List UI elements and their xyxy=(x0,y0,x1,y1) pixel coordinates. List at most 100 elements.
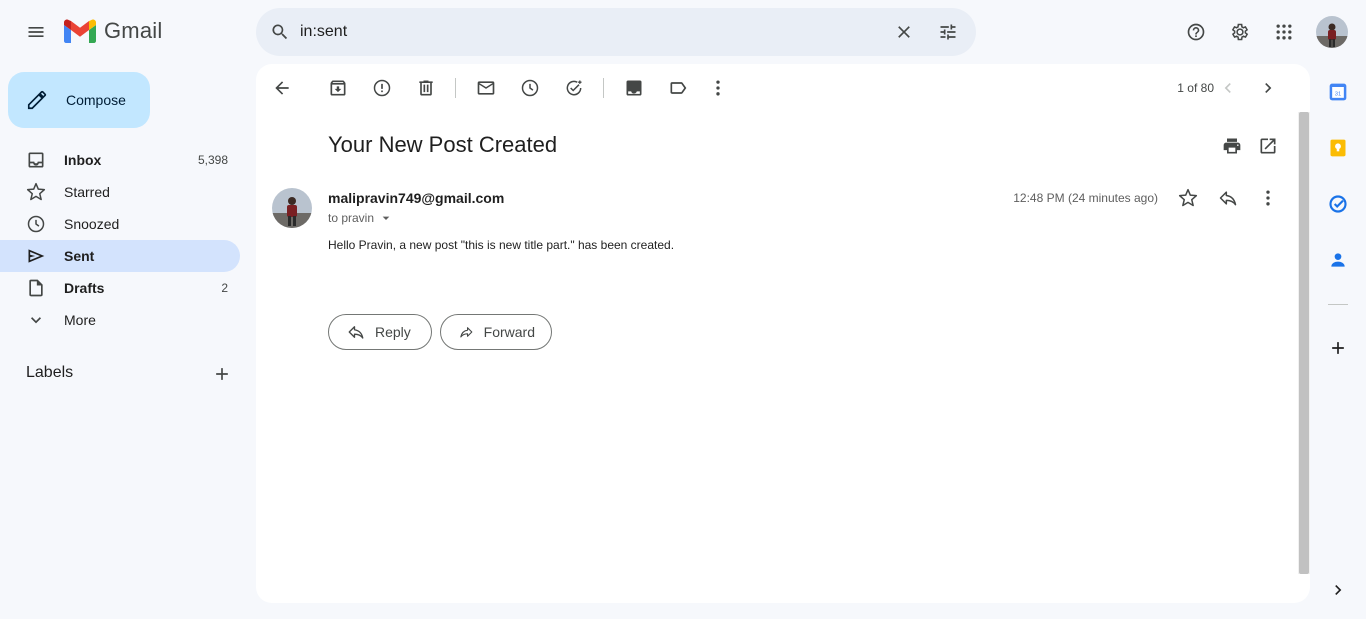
show-side-panel-button[interactable] xyxy=(1322,574,1354,606)
sidebar-item-label: Sent xyxy=(64,248,95,264)
search-options-button[interactable] xyxy=(928,12,968,52)
sidebar-item-label: Drafts xyxy=(64,280,105,296)
sidebar-item-drafts[interactable]: Drafts 2 xyxy=(0,272,240,304)
gmail-logo-icon xyxy=(64,19,96,43)
contacts-icon xyxy=(1331,253,1345,267)
plus-icon xyxy=(216,368,228,380)
older-button[interactable] xyxy=(1248,68,1288,108)
star-icon xyxy=(1178,188,1198,207)
print-icon xyxy=(1223,138,1241,154)
clock-icon xyxy=(27,215,45,233)
sidebar-item-label: Snoozed xyxy=(64,216,120,232)
tasks-icon xyxy=(1329,195,1347,213)
inbox-icon xyxy=(28,152,44,168)
menu-icon xyxy=(28,27,44,37)
tune-icon xyxy=(940,24,956,40)
draft-count: 2 xyxy=(221,281,228,295)
mark-unread-button[interactable] xyxy=(466,68,506,108)
chevron-right-icon xyxy=(1335,585,1342,595)
report-spam-button[interactable] xyxy=(362,68,402,108)
rail-divider xyxy=(1328,304,1348,305)
get-add-ons-button[interactable] xyxy=(1322,332,1354,364)
app-name: Gmail xyxy=(104,18,163,43)
reply-button[interactable]: Reply xyxy=(328,314,432,350)
search-button[interactable] xyxy=(260,12,300,52)
label-button[interactable] xyxy=(658,68,698,108)
sidebar-item-label: Inbox xyxy=(64,152,102,168)
close-icon xyxy=(898,26,910,38)
avatar-photo xyxy=(1316,16,1348,48)
keep-app-button[interactable] xyxy=(1322,132,1354,164)
google-apps-button[interactable] xyxy=(1264,12,1304,52)
star-icon xyxy=(26,182,46,201)
chevron-left-icon xyxy=(1224,83,1231,93)
labels-heading: Labels xyxy=(26,364,74,381)
email-subject: Your New Post Created xyxy=(328,132,558,157)
archive-button[interactable] xyxy=(318,68,358,108)
search-icon xyxy=(272,24,288,40)
tasks-app-button[interactable] xyxy=(1322,188,1354,220)
help-icon xyxy=(1187,23,1205,41)
reply-icon-button[interactable] xyxy=(1208,178,1248,218)
help-button[interactable] xyxy=(1176,12,1216,52)
chevron-down-icon xyxy=(31,317,41,324)
sidebar-item-sent[interactable]: Sent xyxy=(0,240,240,272)
move-to-icon xyxy=(626,80,642,96)
mark-unread-icon xyxy=(477,81,495,95)
clear-search-button[interactable] xyxy=(884,12,924,52)
settings-button[interactable] xyxy=(1220,12,1260,52)
sidebar-item-snoozed[interactable]: Snoozed xyxy=(0,208,240,240)
forward-button[interactable]: Forward xyxy=(440,314,552,350)
recipient-label: to pravin xyxy=(328,211,375,225)
message-more-button[interactable] xyxy=(1248,178,1288,218)
more-vert-icon xyxy=(1266,190,1270,206)
send-icon xyxy=(28,249,45,263)
scrollbar-thumb[interactable] xyxy=(1299,112,1309,574)
sidebar-item-inbox[interactable]: Inbox 5,398 xyxy=(0,144,240,176)
sender-address[interactable]: malipravin749@gmail.com xyxy=(328,190,504,206)
star-message-button[interactable] xyxy=(1168,178,1208,218)
email-timestamp: 12:48 PM (24 minutes ago) xyxy=(1013,191,1158,205)
sender-avatar[interactable] xyxy=(272,188,312,228)
back-arrow-icon xyxy=(275,81,289,95)
keep-icon xyxy=(1330,139,1346,157)
search-input[interactable] xyxy=(300,20,860,44)
toolbar-divider xyxy=(455,78,456,98)
pencil-icon xyxy=(27,90,47,110)
archive-icon xyxy=(330,80,346,96)
unread-count: 5,398 xyxy=(197,153,228,167)
create-label-button[interactable] xyxy=(202,354,242,394)
delete-icon xyxy=(419,80,433,96)
reply-icon xyxy=(348,326,364,339)
gmail-logo[interactable]: Gmail xyxy=(64,18,162,44)
open-in-new-window-button[interactable] xyxy=(1248,126,1288,166)
main-menu-button[interactable] xyxy=(16,12,56,52)
newer-button[interactable] xyxy=(1208,68,1248,108)
calendar-icon: 31 xyxy=(1329,83,1347,101)
forward-icon xyxy=(460,327,473,338)
contacts-app-button[interactable] xyxy=(1322,244,1354,276)
avatar-photo xyxy=(272,188,312,228)
sidebar-item-more[interactable]: More xyxy=(0,304,240,336)
back-button[interactable] xyxy=(262,68,302,108)
recipient-details[interactable]: to pravin xyxy=(328,210,394,226)
snooze-button[interactable] xyxy=(510,68,550,108)
delete-button[interactable] xyxy=(406,68,446,108)
sidebar-item-starred[interactable]: Starred xyxy=(0,176,240,208)
add-task-button[interactable] xyxy=(554,68,594,108)
print-all-button[interactable] xyxy=(1212,126,1252,166)
move-to-button[interactable] xyxy=(614,68,654,108)
svg-text:31: 31 xyxy=(1335,91,1341,97)
email-body: Hello Pravin, a new post "this is new ti… xyxy=(328,238,675,252)
pagination-count: 1 of 80 xyxy=(1177,81,1214,95)
scrollbar[interactable] xyxy=(1298,112,1310,574)
calendar-app-button[interactable]: 31 xyxy=(1322,76,1354,108)
open-new-window-icon xyxy=(1260,138,1276,154)
sidebar-item-label: More xyxy=(64,312,96,328)
search-bar xyxy=(256,8,976,56)
compose-button[interactable]: Compose xyxy=(8,72,150,128)
more-actions-button[interactable] xyxy=(698,68,738,108)
account-avatar[interactable] xyxy=(1316,16,1348,48)
sidebar-item-label: Starred xyxy=(64,184,110,200)
message-panel: 1 of 80 Your New Post Created malipravin… xyxy=(256,64,1310,603)
